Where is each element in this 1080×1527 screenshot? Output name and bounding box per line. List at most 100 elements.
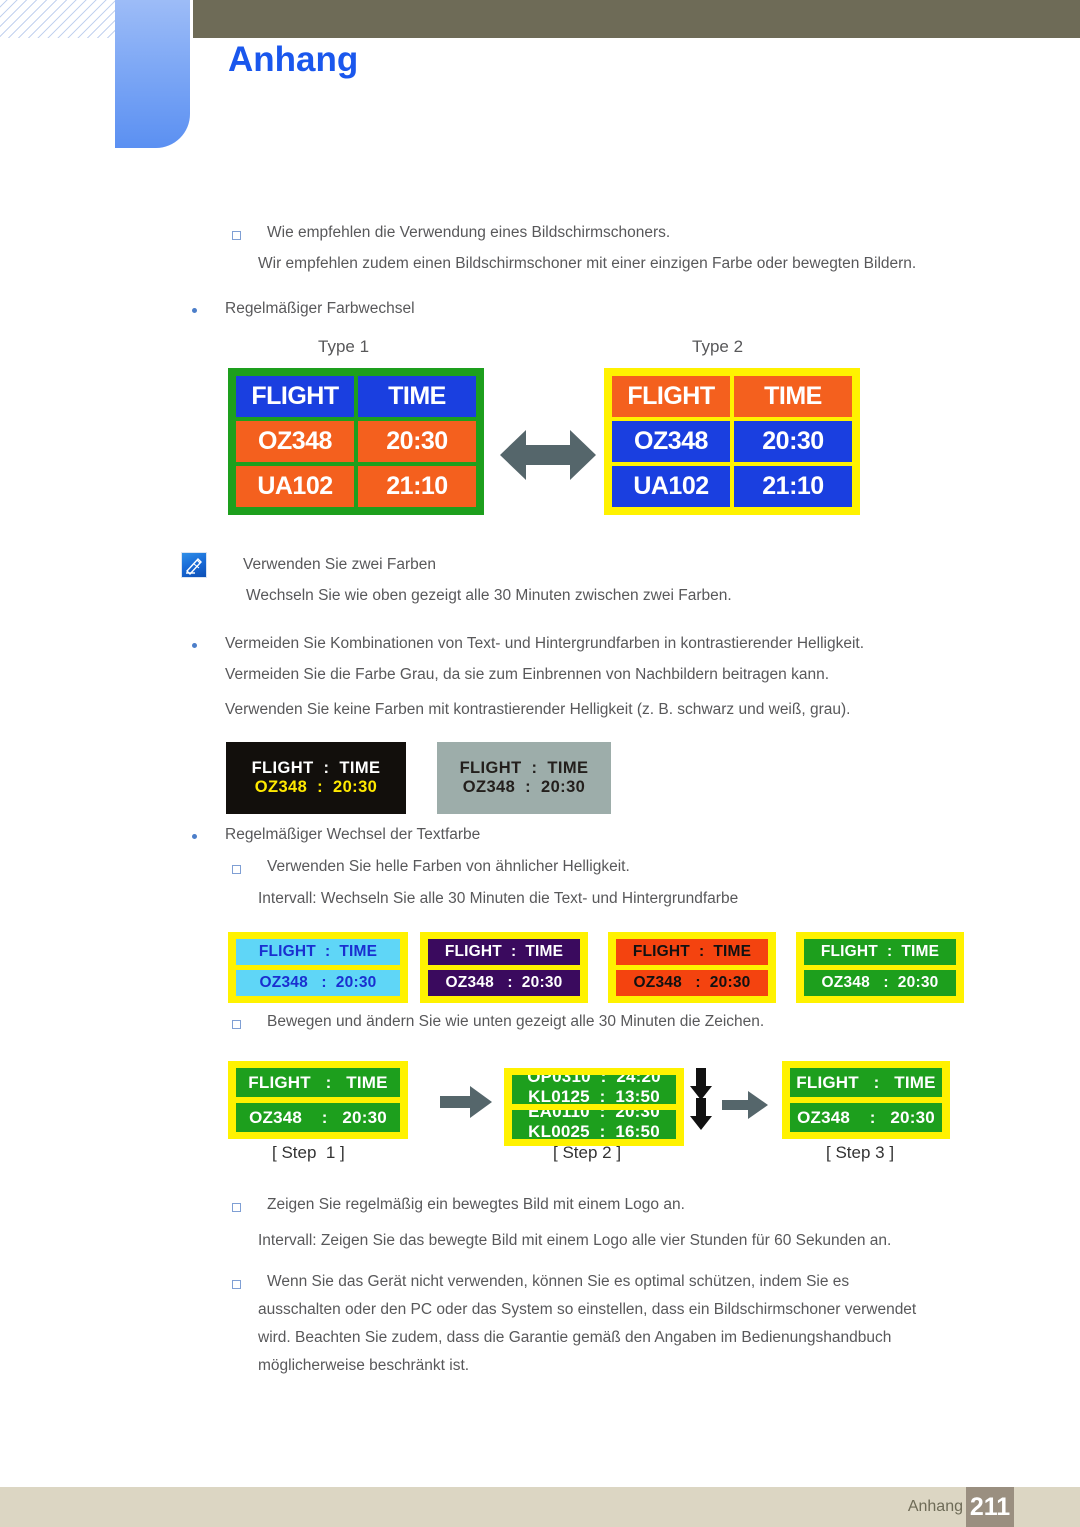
- square-bullet-icon: [232, 231, 241, 240]
- note-title: Verwenden Sie zwei Farben: [243, 556, 437, 573]
- step2-band-2: EA0110 : 20:30 KL0025 : 16:50: [512, 1110, 676, 1139]
- type2-cell-2030: 20:30: [734, 421, 852, 462]
- contrast-board-black-header: FLIGHT : TIME: [251, 759, 381, 777]
- dot-bullet-icon: [192, 643, 197, 648]
- contrast-board-black-data: OZ348 : 20:30: [254, 778, 378, 796]
- paragraph-text: Zeigen Sie regelmäßig ein bewegtes Bild …: [267, 1196, 685, 1213]
- page-title: Anhang: [228, 40, 359, 79]
- color-board-orange-data: OZ348 : 20:30: [616, 970, 768, 996]
- note-body-row: Wechseln Sie wie oben gezeigt alle 30 Mi…: [246, 585, 732, 607]
- paragraph-row-5: Vermeiden Sie die Farbe Grau, da sie zum…: [225, 664, 829, 686]
- paragraph-row-10: Bewegen und ändern Sie wie unten gezeigt…: [232, 1011, 764, 1033]
- type1-cell-time: TIME: [358, 376, 476, 417]
- contrast-board-black: FLIGHT : TIME OZ348 : 20:30: [226, 742, 406, 814]
- type2-cell-2110: 21:10: [734, 466, 852, 507]
- type1-cell-2030: 20:30: [358, 421, 476, 462]
- note-pen-icon: [181, 552, 207, 578]
- type2-cell-ua102: UA102: [612, 466, 730, 507]
- footer-label: Anhang: [907, 1498, 963, 1515]
- paragraph-text: Verwenden Sie helle Farben von ähnlicher…: [267, 858, 630, 875]
- square-bullet-icon: [232, 1020, 241, 1029]
- note-row: Verwenden Sie zwei Farben: [181, 552, 436, 578]
- paragraph-row-13d: möglicherweise beschränkt ist.: [258, 1355, 469, 1377]
- down-arrow-icon-1: [690, 1068, 712, 1100]
- type2-label: Type 2: [692, 337, 744, 356]
- step2-board: OP0310 : 24:20 KL0125 : 13:50 EA0110 : 2…: [504, 1068, 684, 1146]
- paragraph-text: Wenn Sie das Gerät nicht verwenden, könn…: [267, 1273, 850, 1290]
- paragraph-text: möglicherweise beschränkt ist.: [258, 1357, 470, 1374]
- paragraph-row-8: Verwenden Sie helle Farben von ähnlicher…: [232, 856, 630, 878]
- color-board-green: FLIGHT : TIME OZ348 : 20:30: [796, 932, 964, 1003]
- header-hatch-decoration: [0, 0, 128, 38]
- type1-cell-ua102: UA102: [236, 466, 354, 507]
- step1-header: FLIGHT : TIME: [236, 1068, 400, 1097]
- paragraph-text: wird. Beachten Sie zudem, dass die Garan…: [258, 1329, 892, 1346]
- step3-data: OZ348 : 20:30: [790, 1103, 942, 1132]
- type1-cell-flight: FLIGHT: [236, 376, 354, 417]
- step2-label: [ Step 2 ]: [553, 1143, 622, 1162]
- paragraph-row-13b: ausschalten oder den PC oder das System …: [258, 1299, 916, 1321]
- step1-board: FLIGHT : TIME OZ348 : 20:30: [228, 1061, 408, 1139]
- square-bullet-icon: [232, 865, 241, 874]
- right-arrow-icon-1: [440, 1086, 492, 1118]
- color-board-orange-header: FLIGHT : TIME: [616, 939, 768, 965]
- color-board-cyan-data: OZ348 : 20:30: [236, 970, 400, 996]
- type1-cell-oz348: OZ348: [236, 421, 354, 462]
- color-board-purple-header: FLIGHT : TIME: [428, 939, 580, 965]
- step2-band1-line2: KL0125 : 13:50: [528, 1087, 660, 1104]
- paragraph-text: Intervall: Wechseln Sie alle 30 Minuten …: [258, 890, 739, 907]
- paragraph-row-13: Wenn Sie das Gerät nicht verwenden, könn…: [232, 1271, 849, 1293]
- color-board-orange: FLIGHT : TIME OZ348 : 20:30: [608, 932, 776, 1003]
- step2-band2-line2: KL0025 : 16:50: [528, 1122, 660, 1139]
- paragraph-row-11: Zeigen Sie regelmäßig ein bewegtes Bild …: [232, 1194, 685, 1216]
- color-board-cyan: FLIGHT : TIME OZ348 : 20:30: [228, 932, 408, 1003]
- step3-header: FLIGHT : TIME: [790, 1068, 942, 1097]
- header-bar: [193, 0, 1080, 38]
- type2-cell-time: TIME: [734, 376, 852, 417]
- color-board-green-header: FLIGHT : TIME: [804, 939, 956, 965]
- paragraph-row-1: Wie empfehlen die Verwendung eines Bilds…: [232, 222, 670, 244]
- right-arrow-icon-2: [722, 1091, 768, 1119]
- paragraph-row-6: Verwenden Sie keine Farben mit kontrasti…: [225, 699, 850, 721]
- contrast-board-gray-header: FLIGHT : TIME: [459, 759, 589, 777]
- color-board-green-data: OZ348 : 20:30: [804, 970, 956, 996]
- step3-board: FLIGHT : TIME OZ348 : 20:30: [782, 1061, 950, 1139]
- step3-label: [ Step 3 ]: [826, 1143, 895, 1162]
- color-board-cyan-header: FLIGHT : TIME: [236, 939, 400, 965]
- type2-flight-board: FLIGHT TIME OZ348 20:30 UA102 21:10: [604, 368, 860, 515]
- type1-flight-board: FLIGHT TIME OZ348 20:30 UA102 21:10: [228, 368, 484, 515]
- paragraph-text: Vermeiden Sie Kombinationen von Text- un…: [225, 635, 865, 652]
- paragraph-text: ausschalten oder den PC oder das System …: [258, 1301, 917, 1318]
- contrast-board-gray-data: OZ348 : 20:30: [462, 778, 586, 796]
- color-board-purple: FLIGHT : TIME OZ348 : 20:30: [420, 932, 588, 1003]
- paragraph-row-9: Intervall: Wechseln Sie alle 30 Minuten …: [258, 888, 738, 910]
- paragraph-text: Bewegen und ändern Sie wie unten gezeigt…: [267, 1013, 765, 1030]
- type1-label: Type 1: [318, 337, 370, 356]
- step2-band-1: OP0310 : 24:20 KL0125 : 13:50: [512, 1075, 676, 1104]
- color-board-purple-data: OZ348 : 20:30: [428, 970, 580, 996]
- step1-data: OZ348 : 20:30: [236, 1103, 400, 1132]
- header-tab-shape: [115, 0, 190, 148]
- paragraph-text: Intervall: Zeigen Sie das bewegte Bild m…: [258, 1232, 892, 1249]
- dot-bullet-icon: [192, 834, 197, 839]
- page-number-badge: 211: [966, 1487, 1014, 1527]
- type2-cell-flight: FLIGHT: [612, 376, 730, 417]
- type1-cell-2110: 21:10: [358, 466, 476, 507]
- square-bullet-icon: [232, 1280, 241, 1289]
- paragraph-row-4: Vermeiden Sie Kombinationen von Text- un…: [192, 633, 864, 655]
- paragraph-text: Vermeiden Sie die Farbe Grau, da sie zum…: [225, 666, 830, 683]
- contrast-board-gray: FLIGHT : TIME OZ348 : 20:30: [437, 742, 611, 814]
- paragraph-text: Wie empfehlen die Verwendung eines Bilds…: [267, 224, 671, 241]
- square-bullet-icon: [232, 1203, 241, 1212]
- paragraph-row-2: Wir empfehlen zudem einen Bildschirmscho…: [258, 253, 916, 275]
- paragraph-row-3: Regelmäßiger Farbwechsel: [192, 298, 415, 320]
- paragraph-text: Verwenden Sie keine Farben mit kontrasti…: [225, 701, 851, 718]
- paragraph-row-7: Regelmäßiger Wechsel der Textfarbe: [192, 824, 480, 846]
- dot-bullet-icon: [192, 308, 197, 313]
- paragraph-row-12: Intervall: Zeigen Sie das bewegte Bild m…: [258, 1230, 891, 1252]
- paragraph-text: Wir empfehlen zudem einen Bildschirmscho…: [258, 255, 917, 272]
- note-body-text: Wechseln Sie wie oben gezeigt alle 30 Mi…: [246, 587, 732, 604]
- paragraph-text: Regelmäßiger Farbwechsel: [225, 300, 415, 317]
- step1-label: [ Step 1 ]: [272, 1143, 345, 1162]
- double-arrow-icon: [500, 430, 596, 480]
